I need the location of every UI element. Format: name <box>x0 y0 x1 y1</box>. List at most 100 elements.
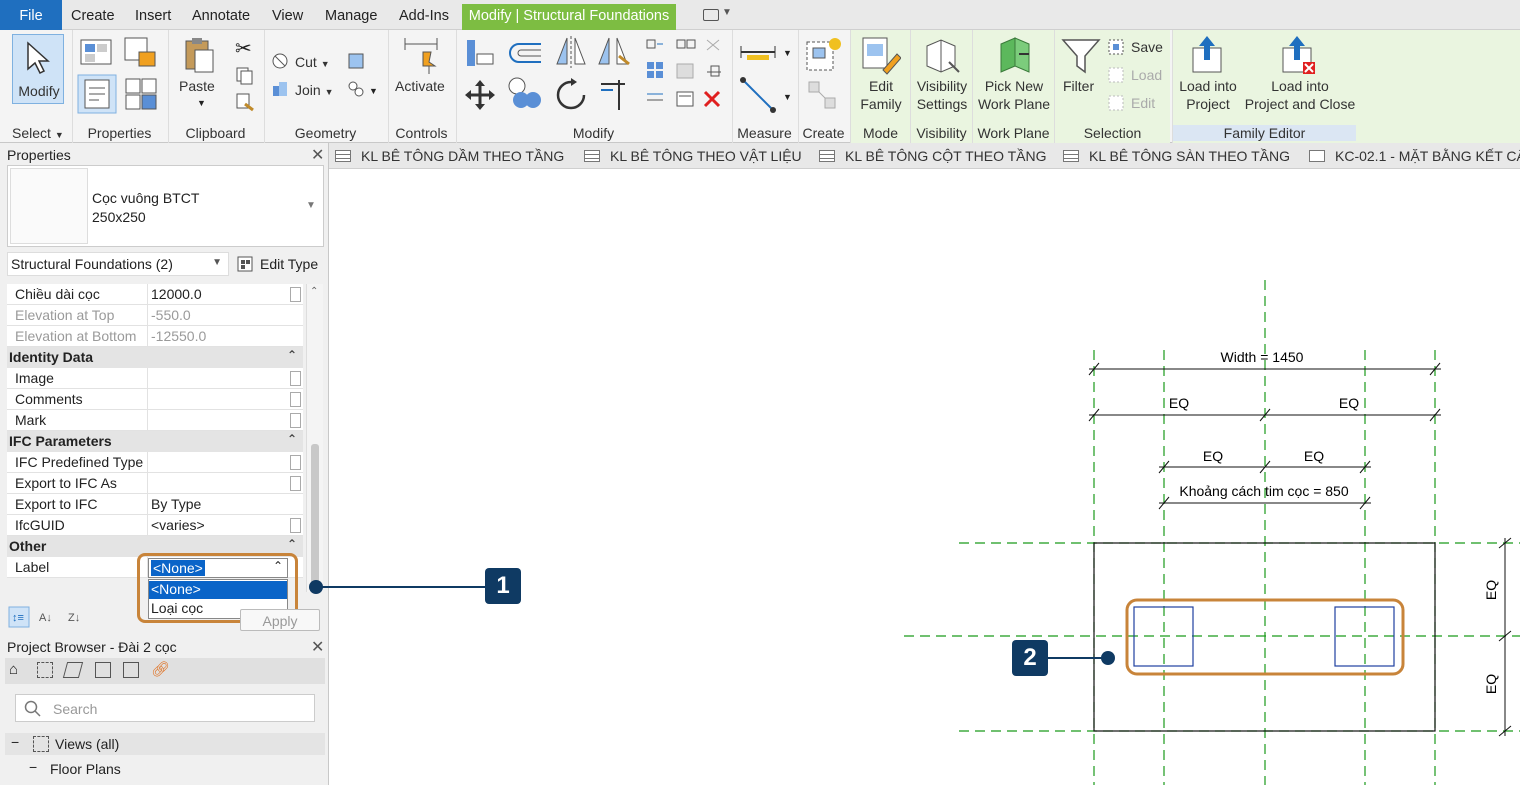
collapse-icon[interactable]: − <box>11 734 19 750</box>
edit-family-label-1[interactable]: Edit <box>851 78 911 95</box>
section-ifc-parameters[interactable]: IFC Parameters ⌃ <box>7 431 303 452</box>
offset-icon[interactable] <box>505 36 547 70</box>
pick-new-work-plane-label-2[interactable]: Work Plane <box>973 96 1055 113</box>
paste-icon[interactable] <box>183 36 215 74</box>
tab-insert[interactable]: Insert <box>135 0 171 30</box>
dim-eq-text[interactable]: EQ <box>1203 448 1223 464</box>
edit-type-icon[interactable] <box>236 254 256 274</box>
prop-row-ifcguid[interactable]: IfcGUID <varies> <box>7 515 303 536</box>
load-into-project-close-label-2[interactable]: Project and Close <box>1243 96 1357 113</box>
filter-label[interactable]: Filter <box>1063 78 1094 95</box>
mirror-pick-axis-icon[interactable] <box>553 34 589 72</box>
create-similar-icon[interactable] <box>805 78 843 114</box>
load-into-project-icon[interactable] <box>1187 34 1227 76</box>
tab-modify-structural-foundations[interactable]: Modify | Structural Foundations <box>462 4 676 30</box>
type-selector[interactable]: Cọc vuông BTCT 250x250 ▼ <box>7 165 324 247</box>
tab-manage[interactable]: Manage <box>325 0 377 30</box>
properties-scrollbar[interactable]: ⌃ <box>306 284 323 592</box>
close-icon[interactable]: ✕ <box>311 637 324 657</box>
move-icon[interactable] <box>463 78 497 112</box>
tree-views-all[interactable]: − Views (all) <box>5 733 325 755</box>
prop-row-export-to-ifc-as[interactable]: Export to IFC As <box>7 473 303 494</box>
visibility-settings-icon[interactable] <box>921 36 961 76</box>
prop-row-comments[interactable]: Comments <box>7 389 303 410</box>
collapse-icon[interactable]: − <box>29 759 37 775</box>
tab-create[interactable]: Create <box>71 0 115 30</box>
dim-eq-text[interactable]: EQ <box>1169 395 1189 411</box>
paste-dropdown-icon[interactable]: ▼ <box>197 98 206 108</box>
dim-eq-text[interactable]: EQ <box>1483 674 1499 694</box>
doc-tab-schedule-2[interactable]: KL BÊ TÔNG THEO VẬT LIỆU <box>584 143 802 169</box>
tab-file[interactable]: File <box>0 0 62 30</box>
section-identity-data[interactable]: Identity Data ⌃ <box>7 347 303 368</box>
tab-view[interactable]: View <box>272 0 303 30</box>
properties-palette-icon[interactable] <box>77 74 117 114</box>
aligned-dimension-icon[interactable] <box>739 76 779 116</box>
split-face-icon[interactable] <box>347 80 365 98</box>
visibility-settings-label-2[interactable]: Settings <box>911 96 973 113</box>
drawing-canvas[interactable]: Width = 1450 EQ EQ EQ EQ Khoảng cách tim… <box>329 170 1520 785</box>
apply-button[interactable]: Apply <box>240 609 320 631</box>
tab-add-ins[interactable]: Add-Ins <box>399 0 449 30</box>
prop-row-ifc-predefined-type[interactable]: IFC Predefined Type <box>7 452 303 473</box>
save-selection-icon[interactable] <box>1107 38 1127 56</box>
align-icon[interactable] <box>463 36 497 70</box>
rotate-icon[interactable] <box>553 76 589 114</box>
doc-tab-schedule-3[interactable]: KL BÊ TÔNG CỘT THEO TẦNG <box>819 143 1047 169</box>
match-properties-icon[interactable] <box>235 92 255 112</box>
scrollbar-thumb[interactable] <box>311 444 319 584</box>
sort-categorized-icon[interactable]: ↕≡ <box>8 606 30 628</box>
browser-search-input[interactable]: Search <box>15 694 315 722</box>
pick-new-work-plane-label-1[interactable]: Pick New <box>973 78 1055 95</box>
schedule-icon[interactable] <box>123 662 139 678</box>
trim-extend-corner-icon[interactable] <box>597 76 633 114</box>
modify-button[interactable]: Modify <box>12 34 64 104</box>
dim-width-text[interactable]: Width = 1450 <box>1221 349 1304 365</box>
cut-geometry-button[interactable]: Cut ▼ <box>295 54 330 73</box>
dim-spacing-text[interactable]: Khoảng cách tim cọc = 850 <box>1179 483 1348 499</box>
activate-label[interactable]: Activate <box>395 78 445 95</box>
home-icon[interactable]: ⌂ <box>9 661 18 678</box>
tree-floor-plans[interactable]: − Floor Plans <box>5 758 325 780</box>
associate-parameter-button[interactable] <box>290 287 301 302</box>
doc-tab-plan[interactable]: KC-02.1 - MẶT BẰNG KẾT CẤU <box>1309 143 1520 169</box>
copy-icon[interactable] <box>235 66 255 86</box>
ribbon-toggle-icon[interactable] <box>703 9 719 21</box>
prop-row-chieu-dai-coc[interactable]: Chiều dài cọc 12000.0 <box>7 284 303 305</box>
sort-descending-icon[interactable]: Z↓ <box>66 606 88 628</box>
prop-row-export-to-ifc[interactable]: Export to IFC By Type <box>7 494 303 515</box>
dim-eq-text[interactable]: EQ <box>1339 395 1359 411</box>
close-icon[interactable]: ✕ <box>311 145 324 165</box>
doc-tab-schedule-4[interactable]: KL BÊ TÔNG SÀN THEO TẦNG <box>1063 143 1290 169</box>
paste-label[interactable]: Paste <box>179 78 215 95</box>
family-types-icon[interactable] <box>123 36 159 68</box>
type-selector-icon[interactable] <box>123 76 159 112</box>
dim-eq-text[interactable]: EQ <box>1304 448 1324 464</box>
join-geometry-button[interactable]: Join ▼ <box>295 82 334 101</box>
type-properties-icon[interactable] <box>79 36 115 68</box>
load-into-project-label-2[interactable]: Project <box>1173 96 1243 113</box>
activate-dimensions-icon[interactable] <box>401 36 441 76</box>
instance-filter-dropdown[interactable]: Structural Foundations (2) ▼ <box>7 252 229 276</box>
load-into-project-and-close-icon[interactable] <box>1277 34 1317 76</box>
measure-between-icon[interactable] <box>739 42 779 62</box>
chevron-up-icon[interactable]: ⌃ <box>310 286 318 297</box>
wall-joins-icon[interactable] <box>347 52 365 70</box>
mirror-draw-axis-icon[interactable] <box>595 34 631 72</box>
modify-small-tools-icons[interactable] <box>645 38 729 114</box>
edit-family-icon[interactable] <box>861 36 901 76</box>
prop-row-mark[interactable]: Mark <box>7 410 303 431</box>
copy-element-icon[interactable] <box>507 76 543 112</box>
create-group-icon[interactable] <box>805 36 843 74</box>
edit-type-button[interactable]: Edit Type <box>260 256 318 272</box>
save-selection-label[interactable]: Save <box>1131 39 1163 56</box>
dim-eq-text[interactable]: EQ <box>1483 580 1499 600</box>
load-into-project-close-label-1[interactable]: Load into <box>1243 78 1357 95</box>
load-into-project-label-1[interactable]: Load into <box>1173 78 1243 95</box>
filter-icon[interactable] <box>1061 36 1101 76</box>
link-icon[interactable]: 🔗︎ <box>151 660 170 678</box>
zoom-fit-icon[interactable] <box>37 662 53 678</box>
sheet-icon[interactable] <box>95 662 111 678</box>
cut-scissors-icon[interactable]: ✂ <box>235 36 252 61</box>
tab-annotate[interactable]: Annotate <box>192 0 250 30</box>
